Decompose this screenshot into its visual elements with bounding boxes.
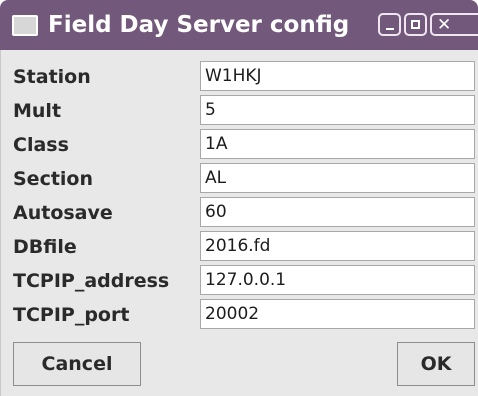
autosave-row: Autosave [1,197,478,229]
window-icon [12,15,38,36]
close-button[interactable]: ✕ [430,13,478,36]
cancel-button[interactable]: Cancel [13,342,141,386]
autosave-label: Autosave [13,202,113,224]
dbfile-row: DBfile [1,231,478,263]
dbfile-label: DBfile [13,236,77,258]
tcpip-port-label: TCPIP_port [13,304,130,326]
autosave-input[interactable] [200,197,475,227]
window-title: Field Day Server config [48,12,350,38]
dbfile-input[interactable] [200,231,475,261]
tcpip-address-row: TCPIP_address [1,265,478,297]
class-row: Class [1,129,478,161]
section-input[interactable] [200,163,475,193]
section-row: Section [1,163,478,195]
station-row: Station [1,61,478,93]
mult-row: Mult [1,95,478,127]
title-bar[interactable]: Field Day Server config ✕ [0,0,478,50]
field-day-server-config-window: Field Day Server config ✕ Station Mult C… [0,0,478,396]
class-label: Class [13,134,69,156]
minimize-button[interactable] [378,13,401,36]
class-input[interactable] [200,129,475,159]
maximize-button[interactable] [404,13,427,36]
tcpip-address-label: TCPIP_address [13,270,170,292]
tcpip-port-row: TCPIP_port [1,299,478,331]
close-icon: ✕ [437,15,452,35]
tcpip-port-input[interactable] [200,299,475,329]
station-label: Station [13,66,91,88]
config-form: Station Mult Class Section Autosave DBfi… [0,50,478,396]
tcpip-address-input[interactable] [200,265,475,295]
maximize-icon [411,20,420,29]
mult-input[interactable] [200,95,475,125]
minimize-icon [386,28,394,30]
section-label: Section [13,168,94,190]
mult-label: Mult [13,100,62,122]
ok-button[interactable]: OK [397,342,475,386]
station-input[interactable] [200,61,475,91]
